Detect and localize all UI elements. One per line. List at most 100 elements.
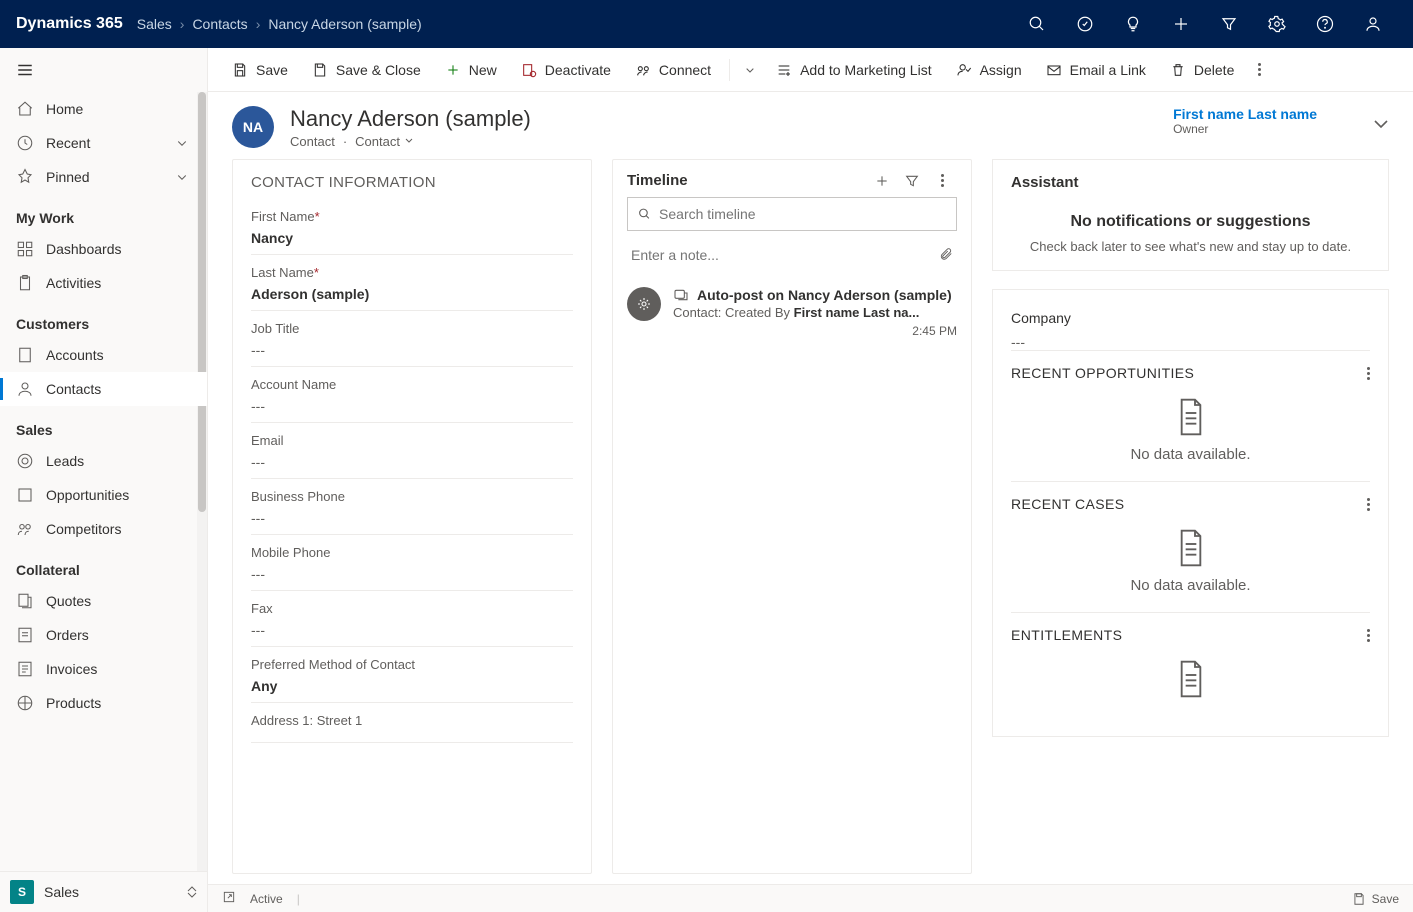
entitlements-header[interactable]: ENTITLEMENTS [1011, 612, 1370, 653]
field-address-1-street-1[interactable]: Address 1: Street 1 [251, 703, 573, 743]
sidebar-item-pinned[interactable]: Pinned [0, 160, 207, 194]
field-preferred-method-of-contact[interactable]: Preferred Method of ContactAny [251, 647, 573, 703]
recent-opportunities-header[interactable]: RECENT OPPORTUNITIES [1011, 350, 1370, 391]
company-label: Company [1011, 310, 1370, 326]
settings-icon[interactable] [1253, 0, 1301, 48]
sidebar-item-opportunities[interactable]: Opportunities [0, 478, 207, 512]
breadcrumb-2[interactable]: Nancy Aderson (sample) [268, 16, 421, 32]
field-fax[interactable]: Fax--- [251, 591, 573, 647]
sidebar-item-home[interactable]: Home [0, 92, 207, 126]
timeline-more-icon[interactable] [927, 174, 957, 187]
field-mobile-phone[interactable]: Mobile Phone--- [251, 535, 573, 591]
sidebar-group-my-work: My Work [0, 194, 207, 232]
assign-button[interactable]: Assign [946, 56, 1032, 84]
content-area: Save Save & Close New Deactivate Connect… [208, 48, 1413, 912]
brand: Dynamics 365 [16, 15, 123, 33]
overflow-button[interactable] [1248, 57, 1271, 82]
timeline-add-icon[interactable] [867, 173, 897, 189]
sidebar-item-quotes[interactable]: Quotes [0, 584, 207, 618]
sidebar-item-orders[interactable]: Orders [0, 618, 207, 652]
sidebar-item-contacts[interactable]: Contacts [0, 372, 207, 406]
avatar: NA [232, 106, 274, 148]
help-icon[interactable] [1301, 0, 1349, 48]
sidebar-group-sales: Sales [0, 406, 207, 444]
task-flow-icon[interactable] [1061, 0, 1109, 48]
timeline-filter-icon[interactable] [897, 173, 927, 189]
status-active[interactable]: Active [250, 892, 283, 906]
field-job-title[interactable]: Job Title--- [251, 311, 573, 367]
company-panel: Company --- RECENT OPPORTUNITIES No data… [992, 289, 1389, 737]
user-icon[interactable] [1349, 0, 1397, 48]
assistant-panel: Assistant No notifications or suggestion… [992, 159, 1389, 271]
timeline-item[interactable]: Auto-post on Nancy Aderson (sample) Cont… [613, 281, 971, 352]
recent-cases-header[interactable]: RECENT CASES [1011, 481, 1370, 522]
attach-icon[interactable] [939, 247, 953, 264]
opportunities-empty: No data available. [1011, 391, 1370, 481]
cases-empty: No data available. [1011, 522, 1370, 612]
entitlements-empty [1011, 653, 1370, 720]
owner-field[interactable]: First name Last name Owner [1173, 106, 1357, 136]
more-icon[interactable] [1367, 629, 1370, 642]
footer-save[interactable]: Save [1352, 892, 1399, 906]
breadcrumb: Sales › Contacts › Nancy Aderson (sample… [137, 16, 422, 32]
company-value[interactable]: --- [1011, 334, 1370, 350]
field-business-phone[interactable]: Business Phone--- [251, 479, 573, 535]
form-selector[interactable]: Contact [355, 134, 413, 149]
field-first-name[interactable]: First Name*Nancy [251, 199, 573, 255]
area-chev-icon [187, 886, 197, 898]
sidebar-item-competitors[interactable]: Competitors [0, 512, 207, 546]
record-title: Nancy Aderson (sample) [290, 106, 531, 132]
sidebar-item-leads[interactable]: Leads [0, 444, 207, 478]
field-account-name[interactable]: Account Name--- [251, 367, 573, 423]
email-link-button[interactable]: Email a Link [1036, 56, 1156, 84]
sidebar-item-accounts[interactable]: Accounts [0, 338, 207, 372]
new-button[interactable]: New [435, 56, 507, 84]
command-bar: Save Save & Close New Deactivate Connect… [208, 48, 1413, 92]
add-marketing-button[interactable]: Add to Marketing List [766, 56, 942, 84]
timeline-item-time: 2:45 PM [673, 324, 957, 338]
add-icon[interactable] [1157, 0, 1205, 48]
timeline-title: Timeline [627, 172, 688, 189]
breadcrumb-1[interactable]: Contacts [192, 16, 247, 32]
sidebar-item-dashboards[interactable]: Dashboards [0, 232, 207, 266]
delete-button[interactable]: Delete [1160, 56, 1244, 84]
autopost-icon [627, 287, 661, 321]
timeline-panel: Timeline Auto-post on Na [612, 159, 972, 874]
connect-button[interactable]: Connect [625, 56, 721, 84]
sidebar-item-recent[interactable]: Recent [0, 126, 207, 160]
search-icon[interactable] [1013, 0, 1061, 48]
field-last-name[interactable]: Last Name*Aderson (sample) [251, 255, 573, 311]
contact-info-panel: CONTACT INFORMATION First Name*NancyLast… [232, 159, 592, 874]
sidebar-item-products[interactable]: Products [0, 686, 207, 720]
status-bar: Active | Save [208, 884, 1413, 912]
area-label: Sales [44, 884, 79, 900]
header-expand[interactable] [1373, 106, 1389, 132]
sidebar-item-activities[interactable]: Activities [0, 266, 207, 300]
connect-dropdown[interactable] [738, 56, 762, 84]
popout-icon[interactable] [222, 890, 236, 907]
area-badge: S [10, 880, 34, 904]
more-icon[interactable] [1367, 367, 1370, 380]
sidebar-item-invoices[interactable]: Invoices [0, 652, 207, 686]
timeline-search[interactable] [627, 197, 957, 231]
entity-label: Contact [290, 134, 335, 149]
breadcrumb-0[interactable]: Sales [137, 16, 172, 32]
deactivate-button[interactable]: Deactivate [511, 56, 621, 84]
timeline-note[interactable] [627, 239, 957, 271]
save-close-button[interactable]: Save & Close [302, 56, 431, 84]
area-switcher[interactable]: S Sales [0, 871, 207, 912]
hamburger-button[interactable] [0, 48, 207, 92]
assistant-headline: No notifications or suggestions [1011, 213, 1370, 231]
sidebar: HomeRecentPinnedMy WorkDashboardsActivit… [0, 48, 208, 912]
save-button[interactable]: Save [222, 56, 298, 84]
contact-info-title: CONTACT INFORMATION [233, 160, 591, 199]
lightbulb-icon[interactable] [1109, 0, 1157, 48]
global-top-bar: Dynamics 365 Sales › Contacts › Nancy Ad… [0, 0, 1413, 48]
more-icon[interactable] [1367, 498, 1370, 511]
filter-icon[interactable] [1205, 0, 1253, 48]
timeline-search-input[interactable] [659, 206, 946, 222]
right-rail: Assistant No notifications or suggestion… [992, 159, 1389, 874]
assistant-sub: Check back later to see what's new and s… [1011, 239, 1370, 254]
timeline-note-input[interactable] [631, 247, 939, 263]
field-email[interactable]: Email--- [251, 423, 573, 479]
